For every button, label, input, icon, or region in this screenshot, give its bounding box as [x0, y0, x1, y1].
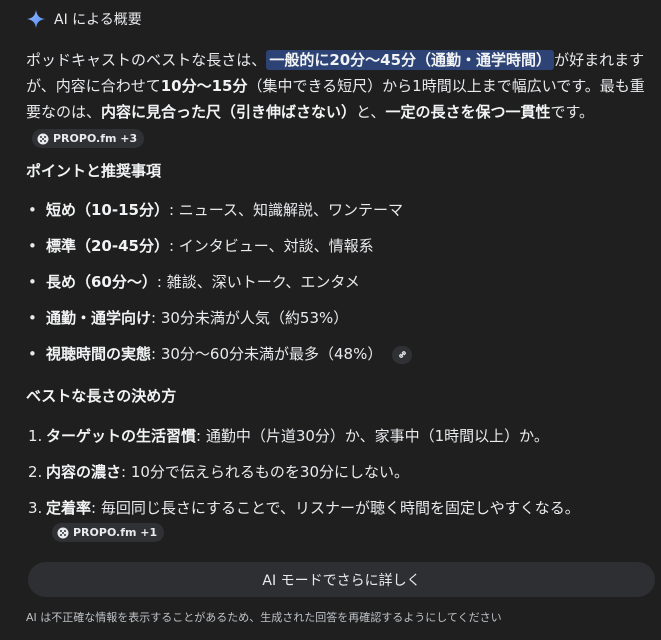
item-bold: ターゲットの生活習慣 — [46, 427, 197, 445]
source-link-button[interactable] — [392, 345, 413, 364]
item-text: : 30分未満が人気（約53%） — [151, 309, 349, 327]
item-bold: 内容の濃さ — [46, 463, 122, 481]
list-item: 通勤・通学向け: 30分未満が人気（約53%） — [26, 306, 646, 342]
ai-mode-button[interactable]: AI モードでさらに詳しく — [28, 562, 655, 597]
intro-bold: 内容に見合った尺（引き伸ばさない） — [101, 103, 357, 121]
item-bold: 短め（10-15分） — [46, 201, 169, 219]
list-item: 3. 定着率: 毎回同じ長さにすることで、リスナーが聴く時間を固定しやすくなる。 … — [26, 496, 601, 544]
item-text: : 10分で伝えられるものを30分にしない。 — [121, 463, 410, 481]
item-bold: 長め（60分〜） — [46, 273, 157, 291]
ai-sparkle-icon — [26, 9, 46, 29]
ai-overview-panel: AI による概要 ポッドキャストのベストな長さは、 一般的に20分〜45分（通勤・… — [0, 0, 661, 640]
howto-heading: ベストな長さの決め方 — [26, 387, 177, 405]
item-text: : インタビュー、対談、情報系 — [168, 237, 374, 255]
item-number: 1. — [28, 427, 43, 445]
source-chip-label: PROPO.fm +1 — [73, 525, 158, 539]
intro-text: です。 — [550, 103, 594, 121]
intro-text: と、 — [356, 103, 386, 121]
link-icon — [398, 351, 406, 358]
item-bold: 視聴時間の実態 — [46, 345, 152, 363]
source-chip[interactable]: PROPO.fm +1 — [52, 523, 165, 542]
item-text: : 通勤中（片道30分）か、家事中（1時間以上）か。 — [196, 427, 549, 445]
item-text: : 30分〜60分未満が最多（48%） — [151, 345, 383, 363]
item-text: : 雑談、深いトーク、エンタメ — [156, 273, 360, 291]
points-heading: ポイントと推奨事項 — [26, 162, 162, 180]
item-bold: 通勤・通学向け — [46, 309, 152, 327]
intro-bold: 一定の長さを保つ一貫性 — [385, 103, 551, 121]
points-list: 短め（10-15分）: ニュース、知識解説、ワンテーマ 標準（20-45分）: … — [26, 198, 646, 378]
source-chip[interactable]: PROPO.fm +3 — [32, 129, 145, 148]
item-number: 3. — [28, 499, 43, 517]
item-text: : ニュース、知識解説、ワンテーマ — [168, 201, 404, 219]
disclaimer-text: AI は不正確な情報を表示することがあるため、生成された回答を再確認するようにし… — [26, 611, 502, 624]
ai-overview-header: AI による概要 — [26, 8, 142, 30]
source-favicon-icon — [57, 527, 69, 538]
intro-bold: 10分〜15分 — [160, 77, 248, 95]
list-item: 視聴時間の実態: 30分〜60分未満が最多（48%） — [26, 342, 646, 378]
list-item: 2. 内容の濃さ: 10分で伝えられるものを30分にしない。 — [26, 460, 646, 484]
source-chip-label: PROPO.fm +3 — [53, 131, 138, 145]
list-item: 標準（20-45分）: インタビュー、対談、情報系 — [26, 234, 646, 270]
intro-text: ポッドキャストのベストな長さは、 — [26, 51, 267, 69]
item-number: 2. — [28, 463, 43, 481]
source-favicon-icon — [37, 133, 49, 144]
howto-list: 1. ターゲットの生活習慣: 通勤中（片道30分）か、家事中（1時間以上）か。 2… — [26, 424, 646, 556]
ai-overview-title: AI による概要 — [54, 12, 142, 28]
list-item: 長め（60分〜）: 雑談、深いトーク、エンタメ — [26, 270, 646, 306]
list-item: 1. ターゲットの生活習慣: 通勤中（片道30分）か、家事中（1時間以上）か。 — [26, 424, 646, 448]
intro-paragraph: ポッドキャストのベストな長さは、 一般的に20分〜45分（通勤・通学時間） が好まれ… — [26, 47, 654, 151]
list-item: 短め（10-15分）: ニュース、知識解説、ワンテーマ — [26, 198, 646, 234]
item-text: : 毎回同じ長さにすることで、リスナーが聴く時間を固定しやすくなる。 — [91, 499, 580, 517]
item-bold: 標準（20-45分） — [46, 237, 169, 255]
item-bold: 定着率 — [46, 499, 92, 517]
intro-highlight: 一般的に20分〜45分（通勤・通学時間） — [266, 50, 555, 70]
